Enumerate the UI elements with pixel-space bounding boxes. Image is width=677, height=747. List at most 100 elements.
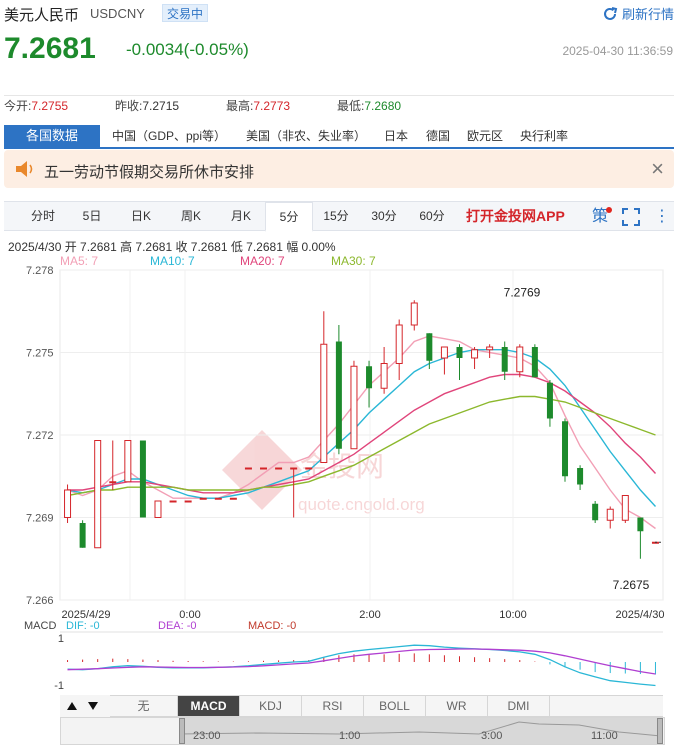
x-tick-label: 10:00 — [499, 609, 527, 621]
macd-legend: MACD — [24, 620, 56, 632]
tab-5day[interactable]: 5日 — [68, 202, 116, 231]
y-tick-label: 7.278 — [26, 265, 54, 277]
candle-body — [305, 467, 313, 470]
candle-body — [244, 467, 252, 470]
strategy-button[interactable]: 策 — [592, 202, 608, 231]
candle-body — [531, 347, 538, 378]
instrument-code: USDCNY — [90, 6, 145, 21]
candle-body — [214, 497, 222, 500]
candle-body — [79, 523, 86, 548]
candle-body — [426, 333, 433, 361]
candle-body — [592, 503, 599, 521]
price-annotation: 7.2769 — [504, 285, 541, 299]
candle-body — [275, 467, 283, 470]
candle-body — [109, 481, 117, 484]
instrument-name: 美元人民币 — [4, 7, 80, 24]
navigator-right-handle[interactable] — [657, 718, 663, 744]
candle-body — [139, 440, 146, 518]
candle-body — [199, 497, 207, 500]
candle-body — [440, 346, 448, 359]
tab-indicator-wr[interactable]: WR — [426, 696, 488, 716]
price-stats: 今开:7.2755 昨收:7.2715 最高:7.2773 最低:7.2680 — [4, 95, 674, 123]
candle-body — [366, 366, 373, 389]
candle-body — [577, 468, 584, 485]
refresh-button[interactable]: 刷新行情 — [602, 4, 674, 23]
candle-body — [486, 346, 494, 351]
open-app-link[interactable]: 打开金投网APP — [466, 202, 565, 231]
more-options-icon[interactable]: ⋮ — [654, 202, 670, 231]
tab-usa[interactable]: 美国（非农、失业率） — [246, 125, 366, 147]
navigator-label: 23:00 — [193, 730, 221, 742]
candle-body — [637, 517, 644, 532]
stat-open: 今开:7.2755 — [4, 99, 69, 113]
macd-tick-label: -1 — [54, 680, 64, 692]
fullscreen-icon[interactable] — [622, 208, 640, 226]
candle-body — [471, 349, 479, 359]
holiday-notice[interactable]: 五一劳动节假期交易所休市安排 × — [4, 150, 674, 188]
period-tabs: 分时 5日 日K 周K 月K 5分 15分 30分 60分 打开金投网APP 策… — [4, 201, 674, 232]
candle-body — [380, 363, 388, 389]
candle-body — [621, 495, 629, 521]
tab-indicator-macd[interactable]: MACD — [178, 696, 240, 716]
time-navigator[interactable]: 23:00 1:00 3:00 11:00 — [60, 717, 665, 745]
kline-chart[interactable]: 金投网 quote.cngold.org 7.2787.2757.2727.26… — [0, 262, 677, 692]
candle-body — [350, 365, 358, 450]
tab-60min[interactable]: 60分 — [409, 202, 455, 231]
candle-body — [410, 302, 418, 326]
candle-body — [395, 324, 403, 364]
tab-indicator-boll[interactable]: BOLL — [364, 696, 426, 716]
stat-low: 最低:7.2680 — [337, 99, 402, 113]
close-icon[interactable]: × — [651, 156, 664, 182]
tab-weekly-k[interactable]: 周K — [166, 202, 216, 231]
tab-daily-k[interactable]: 日K — [116, 202, 166, 231]
tab-china[interactable]: 中国（GDP、ppi等） — [112, 125, 226, 147]
tab-30min[interactable]: 30分 — [361, 202, 407, 231]
macd-legend: DIF: -0 — [66, 620, 100, 632]
macd-legend: DEA: -0 — [158, 620, 197, 632]
candle-body — [124, 440, 132, 483]
stat-prev-close: 昨收:7.2715 — [115, 99, 180, 113]
indicator-tabs: 无 MACD KDJ RSI BOLL WR DMI — [110, 695, 663, 717]
tab-japan[interactable]: 日本 — [384, 125, 408, 147]
navigator-label: 11:00 — [591, 730, 618, 742]
candle-body — [501, 347, 508, 372]
y-tick-label: 7.275 — [26, 348, 54, 360]
y-tick-label: 7.266 — [26, 595, 54, 607]
tab-central-bank-rate[interactable]: 央行利率 — [520, 125, 568, 147]
navigator-left-handle[interactable] — [179, 718, 185, 744]
y-tick-label: 7.272 — [26, 430, 54, 442]
refresh-icon — [604, 6, 618, 20]
candle-body — [229, 497, 237, 500]
navigator-sparkline — [179, 721, 661, 737]
trading-status-badge: 交易中 — [162, 4, 209, 22]
tab-intraday[interactable]: 分时 — [18, 202, 68, 231]
tab-eurozone[interactable]: 欧元区 — [467, 125, 503, 147]
price-change: -0.0034(-0.05%) — [126, 40, 249, 59]
price-annotation: 7.2675 — [613, 578, 650, 592]
candle-body — [456, 347, 463, 358]
quote-timestamp: 2025-04-30 11:36:59 — [562, 44, 673, 58]
candle-body — [562, 421, 569, 477]
notification-dot — [606, 207, 612, 213]
tab-15min[interactable]: 15分 — [313, 202, 359, 231]
macd-legend: MACD: -0 — [248, 620, 296, 632]
tab-country-data[interactable]: 各国数据 — [4, 125, 100, 147]
x-tick-label: 2025/4/30 — [616, 609, 665, 621]
tab-5min[interactable]: 5分 — [265, 202, 313, 232]
navigator-label: 1:00 — [339, 730, 361, 742]
tab-indicator-kdj[interactable]: KDJ — [240, 696, 302, 716]
quote-header: 美元人民币 USDCNY 交易中 刷新行情 — [4, 2, 674, 26]
tab-indicator-dmi[interactable]: DMI — [488, 696, 550, 716]
candle-body — [154, 500, 162, 518]
x-tick-label: 2:00 — [359, 609, 380, 621]
candle-body — [546, 382, 553, 419]
candle-body — [335, 341, 342, 449]
tab-monthly-k[interactable]: 月K — [216, 202, 266, 231]
candle-body — [320, 343, 328, 463]
candle-body — [516, 346, 524, 373]
tab-indicator-rsi[interactable]: RSI — [302, 696, 364, 716]
tab-indicator-none[interactable]: 无 — [110, 696, 178, 716]
candle-body — [94, 440, 102, 549]
speaker-icon — [16, 161, 33, 177]
tab-germany[interactable]: 德国 — [426, 125, 450, 147]
